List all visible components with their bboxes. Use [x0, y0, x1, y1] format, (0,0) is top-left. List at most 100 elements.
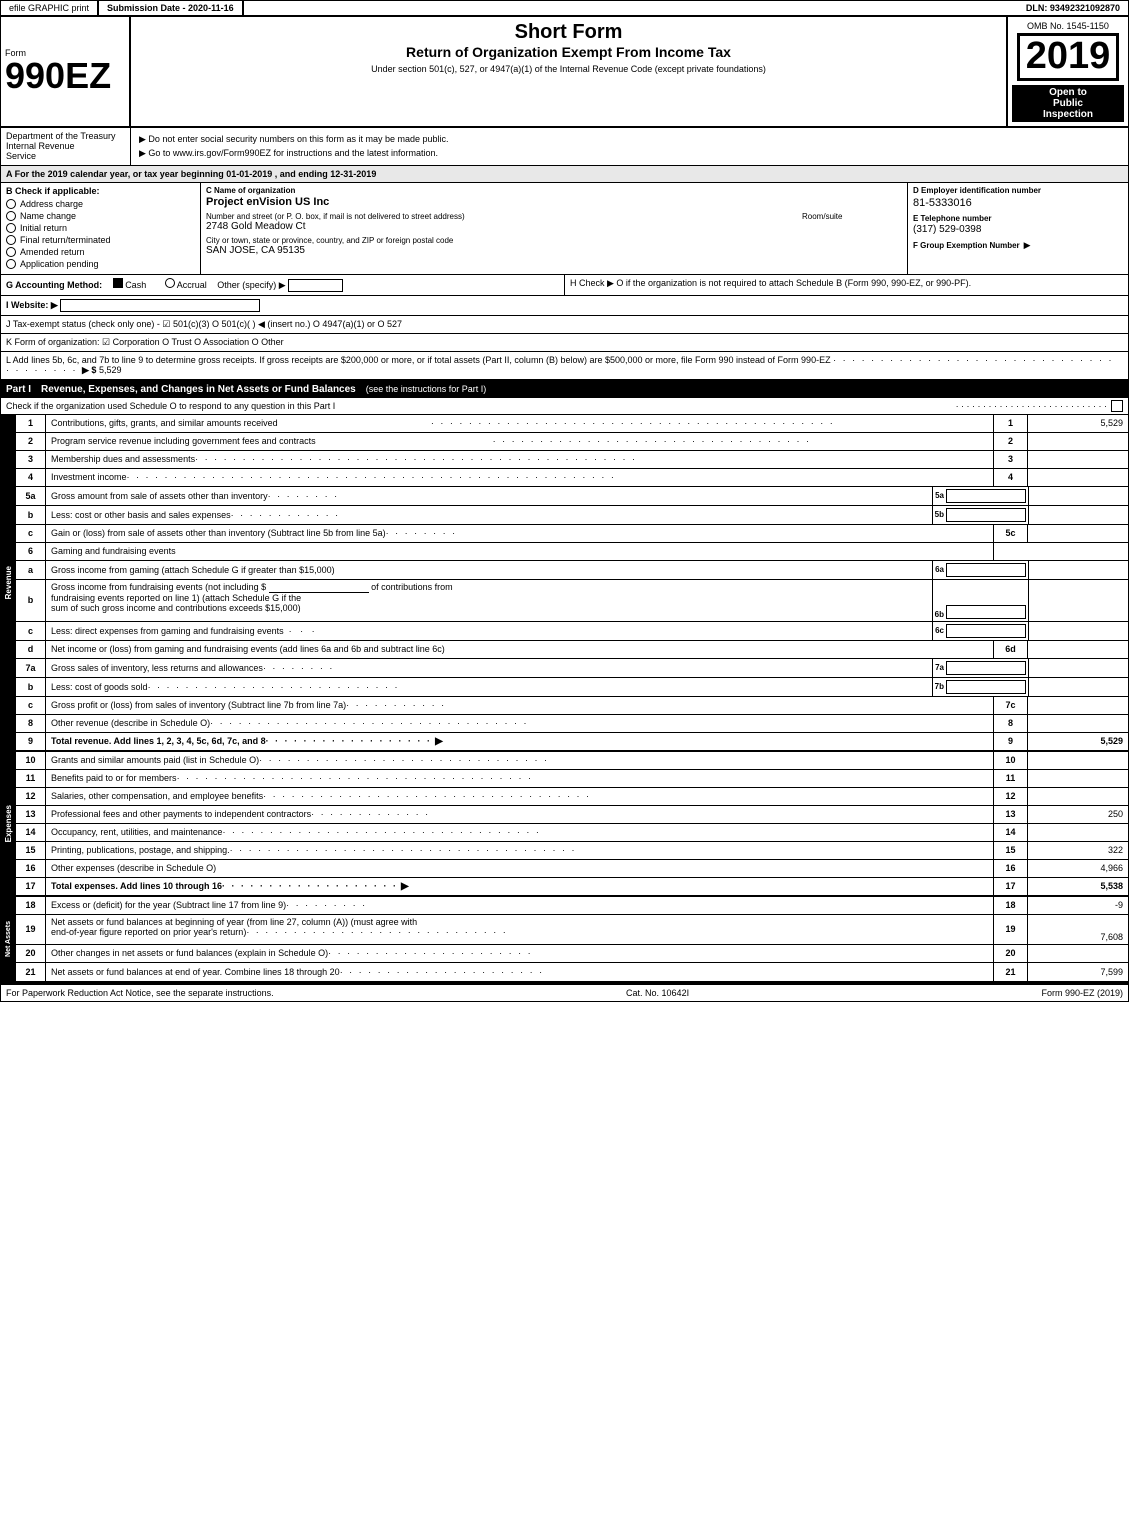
address-radio[interactable] — [6, 199, 16, 209]
row-desc: Grants and similar amounts paid (list in… — [46, 752, 993, 769]
part-i-header: Part I Revenue, Expenses, and Changes in… — [1, 381, 1128, 398]
return-title: Return of Organization Exempt From Incom… — [139, 44, 998, 60]
subtitle: Under section 501(c), 527, or 4947(a)(1)… — [139, 64, 998, 74]
amount-13: 250 — [1028, 806, 1128, 823]
open-to-public-box: Open to Public Inspection — [1012, 85, 1124, 122]
inline-box-7b: 7b — [932, 678, 1028, 696]
table-row: d Net income or (loss) from gaming and f… — [16, 641, 1128, 659]
row-num: 20 — [16, 945, 46, 962]
table-row: c Gain or (loss) from sale of assets oth… — [16, 525, 1128, 543]
row-desc: Other changes in net assets or fund bala… — [46, 945, 993, 962]
website-input[interactable] — [60, 299, 260, 312]
row-desc: Other revenue (describe in Schedule O) ·… — [46, 715, 993, 732]
amount-10 — [1028, 752, 1128, 769]
amount-3 — [1028, 451, 1128, 468]
address-label: Number and street (or P. O. box, if mail… — [206, 212, 797, 221]
amount-7b — [1028, 678, 1128, 696]
group-exemption: F Group Exemption Number ▶ — [913, 240, 1123, 251]
line-num-1: 1 — [993, 415, 1028, 432]
inline-box-6c: 6c — [932, 622, 1028, 640]
table-row: 3 Membership dues and assessments · · · … — [16, 451, 1128, 469]
table-row: 11 Benefits paid to or for members · · ·… — [16, 770, 1128, 788]
cat-number: Cat. No. 10642I — [626, 988, 689, 998]
table-row: 13 Professional fees and other payments … — [16, 806, 1128, 824]
amount-6b — [1028, 580, 1128, 621]
table-row: 18 Excess or (deficit) for the year (Sub… — [16, 897, 1128, 915]
short-form-title: Short Form — [139, 21, 998, 44]
row-desc: Gross income from fundraising events (no… — [46, 580, 932, 621]
website-row: I Website: ▶ — [1, 296, 1128, 316]
table-row: a Gross income from gaming (attach Sched… — [16, 561, 1128, 580]
address-value: 2748 Gold Meadow Ct — [206, 221, 797, 232]
table-row: 8 Other revenue (describe in Schedule O)… — [16, 715, 1128, 733]
inline-box-7a: 7a — [932, 659, 1028, 677]
row-num: 15 — [16, 842, 46, 859]
efile-label: efile GRAPHIC print — [1, 1, 99, 15]
row-desc: Total expenses. Add lines 10 through 16 … — [46, 878, 993, 895]
address-fields: Number and street (or P. O. box, if mail… — [206, 212, 902, 232]
amount-12 — [1028, 788, 1128, 805]
table-row: 9 Total revenue. Add lines 1, 2, 3, 4, 5… — [16, 733, 1128, 751]
row-num: 9 — [16, 733, 46, 750]
cash-checkbox[interactable] — [113, 278, 123, 288]
amended-radio[interactable] — [6, 247, 16, 257]
title-center: Short Form Return of Organization Exempt… — [131, 17, 1008, 126]
part-i-check-row: Check if the organization used Schedule … — [1, 398, 1128, 415]
initial-radio[interactable] — [6, 223, 16, 233]
footer: For Paperwork Reduction Act Notice, see … — [1, 983, 1128, 1001]
section-l-value: 5,529 — [99, 365, 122, 375]
amount-18: -9 — [1028, 897, 1128, 914]
row-num: 6 — [16, 543, 46, 560]
name-radio[interactable] — [6, 211, 16, 221]
row-desc: Membership dues and assessments · · · · … — [46, 451, 993, 468]
check-address: Address charge — [6, 199, 195, 209]
row-num: 2 — [16, 433, 46, 450]
table-row: 20 Other changes in net assets or fund b… — [16, 945, 1128, 963]
other-specify-input[interactable] — [288, 279, 343, 292]
line-num-12: 12 — [993, 788, 1028, 805]
row-desc: Benefits paid to or for members · · · · … — [46, 770, 993, 787]
row-num: 7a — [16, 659, 46, 677]
accrual-radio[interactable] — [165, 278, 175, 288]
spacer — [993, 543, 1128, 560]
amount-21: 7,599 — [1028, 963, 1128, 981]
line-num-8: 8 — [993, 715, 1028, 732]
page: efile GRAPHIC print Submission Date - 20… — [0, 0, 1129, 1002]
line-num-19: 19 — [993, 915, 1028, 944]
line-num-18: 18 — [993, 897, 1028, 914]
line-num-14: 14 — [993, 824, 1028, 841]
row-desc: Net assets or fund balances at beginning… — [46, 915, 993, 944]
amount-8 — [1028, 715, 1128, 732]
row-desc: Salaries, other compensation, and employ… — [46, 788, 993, 805]
amount-2 — [1028, 433, 1128, 450]
section-a: A For the 2019 calendar year, or tax yea… — [1, 166, 1128, 183]
part-i-checkbox[interactable] — [1111, 400, 1123, 412]
row-desc: Less: direct expenses from gaming and fu… — [46, 622, 932, 640]
omb-number: OMB No. 1545-1150 — [1027, 21, 1109, 31]
accounting-label: G Accounting Method: — [6, 280, 102, 290]
part-i-title: Revenue, Expenses, and Changes in Net As… — [41, 384, 356, 395]
org-name-value: Project enVision US Inc — [206, 196, 902, 208]
org-name-label: C Name of organization — [206, 186, 902, 195]
net-assets-text: Net Assets — [3, 916, 14, 962]
form-number: 990EZ — [5, 58, 111, 94]
line-num-9: 9 — [993, 733, 1028, 750]
row-desc: Investment income · · · · · · · · · · · … — [46, 469, 993, 486]
revenue-text: Revenue — [2, 556, 15, 609]
pending-radio[interactable] — [6, 259, 16, 269]
row-num: c — [16, 622, 46, 640]
row-desc: Less: cost or other basis and sales expe… — [46, 506, 932, 524]
final-radio[interactable] — [6, 235, 16, 245]
group-label: F Group Exemption Number — [913, 241, 1020, 250]
table-row: 14 Occupancy, rent, utilities, and maint… — [16, 824, 1128, 842]
line-num-21: 21 — [993, 963, 1028, 981]
table-row: 1 Contributions, gifts, grants, and simi… — [16, 415, 1128, 433]
instructions-panel: ▶ Do not enter social security numbers o… — [131, 128, 1128, 165]
row-num: d — [16, 641, 46, 658]
amount-5c — [1028, 525, 1128, 542]
amount-5b — [1028, 506, 1128, 524]
amount-5a — [1028, 487, 1128, 505]
room-label: Room/suite — [802, 212, 902, 221]
form-org-row: K Form of organization: ☑ Corporation O … — [1, 334, 1128, 352]
row-num: 16 — [16, 860, 46, 877]
